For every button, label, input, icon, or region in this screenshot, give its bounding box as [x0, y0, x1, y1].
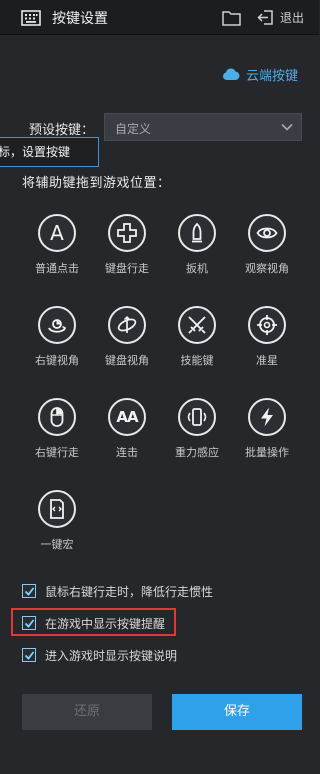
- key-skill[interactable]: 技能键: [162, 306, 232, 368]
- key-gravity[interactable]: 重力感应: [162, 398, 232, 460]
- key-label: 准星: [256, 354, 278, 367]
- hint-tooltip-text: 鼠标，设置按键: [0, 145, 71, 159]
- key-batch[interactable]: 批量操作: [232, 398, 302, 460]
- cloud-icon: [223, 68, 240, 80]
- option-label: 进入游戏时显示按键说明: [45, 648, 178, 663]
- script-icon: [38, 490, 76, 528]
- checkmark-icon: [24, 618, 34, 628]
- key-label: 技能键: [180, 354, 214, 367]
- title-bar: 按键设置 退出: [0, 0, 319, 35]
- key-observe-view[interactable]: 观察视角: [232, 214, 302, 276]
- dpad-icon: [108, 214, 146, 252]
- crosshair-icon: [248, 306, 286, 344]
- aa-letters-icon: AA: [108, 398, 146, 436]
- preset-label: 预设按键：: [29, 123, 95, 138]
- key-combo[interactable]: AA 连击: [92, 398, 162, 460]
- key-crosshair[interactable]: 准星: [232, 306, 302, 368]
- key-label: 观察视角: [245, 262, 289, 275]
- key-label: 普通点击: [35, 262, 79, 275]
- checkbox[interactable]: [22, 616, 36, 630]
- key-label: 右键行走: [35, 446, 79, 459]
- cloud-keys-label: 云端按键: [246, 68, 299, 84]
- bullet-icon: [178, 214, 216, 252]
- exit-icon[interactable]: [257, 9, 274, 26]
- key-keyboard-walk[interactable]: 键盘行走: [92, 214, 162, 276]
- checkbox[interactable]: [22, 584, 36, 598]
- option-show-key-hints[interactable]: 在游戏中显示按键提醒: [22, 614, 165, 632]
- lightning-icon: [248, 398, 286, 436]
- key-macro[interactable]: 一键宏: [22, 490, 92, 552]
- exit-button[interactable]: 退出: [280, 9, 304, 26]
- mouse-icon: [38, 398, 76, 436]
- key-label: 右键视角: [35, 354, 79, 367]
- eye-icon: [248, 214, 286, 252]
- key-label: 连击: [116, 446, 138, 459]
- preset-select[interactable]: 自定义: [104, 113, 302, 141]
- page-title: 按键设置: [52, 11, 108, 27]
- swords-icon: [178, 306, 216, 344]
- phone-tilt-icon: [178, 398, 216, 436]
- option-reduce-inertia[interactable]: 鼠标右键行走时，降低行走惯性: [22, 582, 213, 600]
- a-letter-icon: A: [38, 214, 76, 252]
- option-label: 在游戏中显示按键提醒: [45, 616, 166, 631]
- key-trigger[interactable]: 扳机: [162, 214, 232, 276]
- key-label: 重力感应: [175, 446, 219, 459]
- key-keyboard-view[interactable]: 键盘视角: [92, 306, 162, 368]
- key-label: 键盘视角: [105, 354, 149, 367]
- key-normal-click[interactable]: A 普通点击: [22, 214, 92, 276]
- key-label: 一键宏: [40, 538, 74, 551]
- chevron-down-icon: [281, 123, 293, 131]
- checkbox[interactable]: [22, 648, 36, 662]
- key-label: 批量操作: [245, 446, 289, 459]
- preset-select-value: 自定义: [115, 122, 152, 136]
- key-right-click-walk[interactable]: 右键行走: [22, 398, 92, 460]
- drag-instruction: 将辅助键拖到游戏位置：: [22, 176, 171, 191]
- option-show-key-guide[interactable]: 进入游戏时显示按键说明: [22, 646, 177, 664]
- key-right-click-view[interactable]: 右键视角: [22, 306, 92, 368]
- hint-tooltip: 鼠标，设置按键: [0, 137, 99, 167]
- reset-button[interactable]: 还原: [22, 694, 152, 730]
- checkmark-icon: [24, 586, 34, 596]
- orbit-icon: [108, 306, 146, 344]
- checkmark-icon: [24, 650, 34, 660]
- folder-icon[interactable]: [222, 10, 241, 26]
- rotate-view-icon: [38, 306, 76, 344]
- key-label: 键盘行走: [105, 262, 149, 275]
- keyboard-icon: [21, 10, 41, 26]
- option-label: 鼠标右键行走时，降低行走惯性: [45, 584, 214, 599]
- key-label: 扳机: [186, 262, 208, 275]
- cloud-keys-link[interactable]: 云端按键: [222, 64, 298, 84]
- save-button[interactable]: 保存: [172, 694, 302, 730]
